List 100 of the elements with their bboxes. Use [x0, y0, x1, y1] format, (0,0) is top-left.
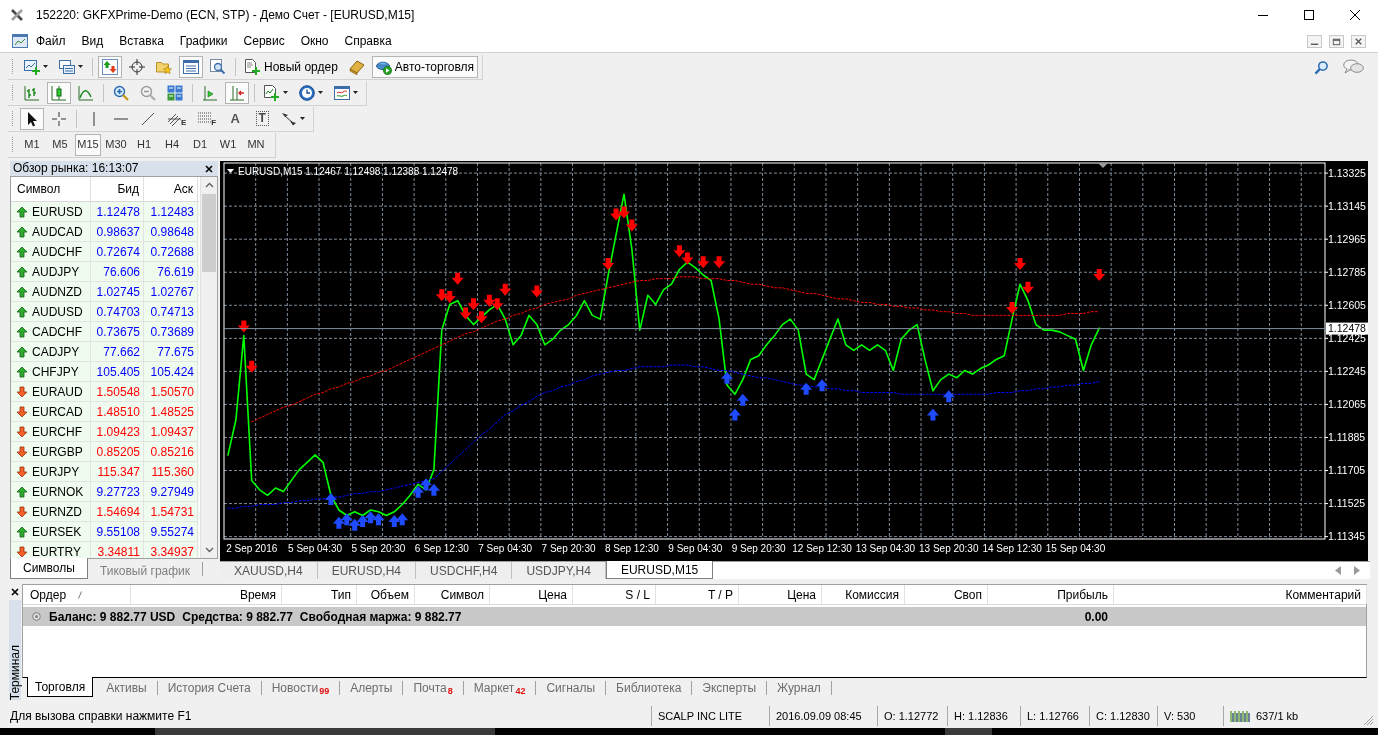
- chart-tab[interactable]: USDJPY,H4: [512, 562, 606, 579]
- indicator-plus-icon[interactable]: [264, 84, 280, 101]
- timeframe-button[interactable]: H4: [159, 133, 185, 156]
- column-header[interactable]: Символ: [415, 585, 490, 604]
- quote-row[interactable]: CADCHF 0.73675 0.73689: [11, 322, 199, 342]
- chart-window-icon[interactable]: [12, 34, 28, 48]
- caret-icon[interactable]: [353, 91, 358, 94]
- column-header[interactable]: Цена: [739, 585, 822, 604]
- timeframe-button[interactable]: M1: [19, 133, 45, 156]
- column-header[interactable]: Тип: [282, 585, 357, 604]
- column-header[interactable]: Символ: [11, 177, 91, 201]
- terminal-tab[interactable]: Библиотека: [606, 678, 692, 698]
- quote-row[interactable]: CHFJPY 105.405 105.424: [11, 362, 199, 382]
- quote-row[interactable]: CADJPY 77.662 77.675: [11, 342, 199, 362]
- panel-tab[interactable]: Тиковый график: [87, 562, 204, 576]
- text-label-tool[interactable]: T: [250, 107, 275, 130]
- quote-row[interactable]: EURNOK 9.27723 9.27949: [11, 482, 199, 502]
- trendline-icon[interactable]: [140, 110, 156, 127]
- menu-item[interactable]: Графики: [171, 30, 236, 52]
- toolbar-grip-icon[interactable]: [11, 135, 14, 154]
- line-chart-icon[interactable]: [78, 84, 94, 101]
- quote-row[interactable]: EURSEK 9.55108 9.55274: [11, 522, 199, 542]
- column-header[interactable]: Своп: [905, 585, 988, 604]
- quote-row[interactable]: EURAUD 1.50548 1.50570: [11, 382, 199, 402]
- terminal-tab[interactable]: Маркет42: [463, 678, 536, 698]
- column-header[interactable]: Аск: [144, 177, 198, 201]
- channel-tool[interactable]: E: [163, 107, 191, 130]
- timeframe-button[interactable]: D1: [187, 133, 213, 156]
- quote-row[interactable]: EURJPY 115.347 115.360: [11, 462, 199, 482]
- crosshair-icon[interactable]: [51, 110, 67, 127]
- timeframe-button[interactable]: M5: [47, 133, 73, 156]
- document-magnifier-icon[interactable]: [210, 58, 226, 75]
- column-header[interactable]: T / P: [656, 585, 739, 604]
- toggle-button[interactable]: [179, 55, 203, 78]
- quote-row[interactable]: EURTRY 3.34811 3.34937: [11, 542, 199, 558]
- zoom-in-icon[interactable]: [113, 84, 129, 101]
- toolbar-grip-icon[interactable]: [11, 57, 14, 76]
- terminal-tab[interactable]: Новости99: [261, 678, 340, 698]
- chart-tab[interactable]: XAUUSD,H4: [220, 562, 318, 579]
- column-header[interactable]: Цена: [490, 585, 573, 604]
- column-header[interactable]: Время: [131, 585, 282, 604]
- column-header[interactable]: Прибыль: [988, 585, 1114, 604]
- arrows-icon[interactable]: [281, 110, 298, 127]
- quote-row[interactable]: EURCHF 1.09423 1.09437: [11, 422, 199, 442]
- toggle-button[interactable]: [225, 81, 249, 104]
- column-header[interactable]: Комментарий: [1114, 585, 1367, 604]
- windows-icon[interactable]: [59, 58, 75, 75]
- terminal-tab[interactable]: История Счета: [157, 678, 261, 698]
- chart-shift-icon[interactable]: [202, 84, 218, 101]
- chart-tab[interactable]: USDCHF,H4: [416, 562, 513, 579]
- zoom-out-icon[interactable]: [140, 84, 156, 101]
- chat-icon[interactable]: [1343, 59, 1364, 75]
- timeframe-button[interactable]: W1: [215, 133, 241, 156]
- resize-grip-icon[interactable]: [1363, 715, 1374, 726]
- quote-row[interactable]: AUDJPY 76.606 76.619: [11, 262, 199, 282]
- menu-item[interactable]: Файл: [28, 30, 74, 52]
- menu-item[interactable]: Вставка: [111, 30, 172, 52]
- maximize-icon[interactable]: [1304, 10, 1314, 20]
- panel-tab[interactable]: Символы: [10, 558, 88, 579]
- caret-icon[interactable]: [318, 91, 323, 94]
- caret-icon[interactable]: [43, 65, 48, 68]
- toggle-button[interactable]: [20, 107, 44, 130]
- terminal-tab[interactable]: Эксперты: [692, 678, 767, 698]
- quote-row[interactable]: AUDUSD 0.74703 0.74713: [11, 302, 199, 322]
- menu-item[interactable]: Сервис: [235, 30, 293, 52]
- timeframe-button[interactable]: MN: [243, 133, 269, 156]
- tile-windows-icon[interactable]: [167, 84, 183, 101]
- bar-chart-icon[interactable]: [24, 84, 40, 101]
- toggle-button[interactable]: [47, 81, 71, 104]
- search-icon[interactable]: [1314, 59, 1329, 75]
- restore-icon[interactable]: [1329, 34, 1344, 48]
- toggle-button[interactable]: [98, 55, 122, 78]
- timeframe-button[interactable]: H1: [131, 133, 157, 156]
- column-header[interactable]: Объем: [357, 585, 415, 604]
- balance-row[interactable]: Баланс: 9 882.77 USD Средства: 9 882.77 Свободная маржа: 9 882.77 0.00: [23, 607, 1366, 626]
- terminal-tab[interactable]: Почта8: [403, 678, 463, 698]
- triangle-icon[interactable]: [227, 169, 234, 173]
- terminal-tab[interactable]: Активы: [96, 678, 157, 698]
- close-icon[interactable]: [11, 588, 19, 596]
- caret-icon[interactable]: [283, 91, 288, 94]
- scroll-left-icon[interactable]: [1335, 566, 1341, 575]
- text-tool[interactable]: A: [223, 107, 248, 130]
- column-header[interactable]: Бид: [91, 177, 144, 201]
- scrollbar[interactable]: [200, 177, 217, 558]
- chart-tab[interactable]: EURUSD,H4: [317, 562, 417, 579]
- scroll-right-icon[interactable]: [1354, 566, 1360, 575]
- menu-item[interactable]: Вид: [73, 30, 112, 52]
- quote-row[interactable]: EURUSD 1.12478 1.12483: [11, 202, 199, 222]
- menu-item[interactable]: Окно: [292, 30, 337, 52]
- terminal-tab[interactable]: Журнал: [767, 678, 831, 698]
- timeframe-button[interactable]: M15: [75, 133, 101, 156]
- book-icon[interactable]: [348, 58, 365, 75]
- triangle-icon[interactable]: [1098, 163, 1108, 168]
- caret-icon[interactable]: [78, 65, 83, 68]
- quote-row[interactable]: EURGBP 0.85205 0.85216: [11, 442, 199, 462]
- timeframe-button[interactable]: M30: [103, 133, 129, 156]
- menu-item[interactable]: Справка: [336, 30, 400, 52]
- quote-row[interactable]: AUDNZD 1.02745 1.02767: [11, 282, 199, 302]
- terminal-tab[interactable]: Алерты: [340, 678, 403, 698]
- column-header[interactable]: Ордер: [23, 585, 131, 604]
